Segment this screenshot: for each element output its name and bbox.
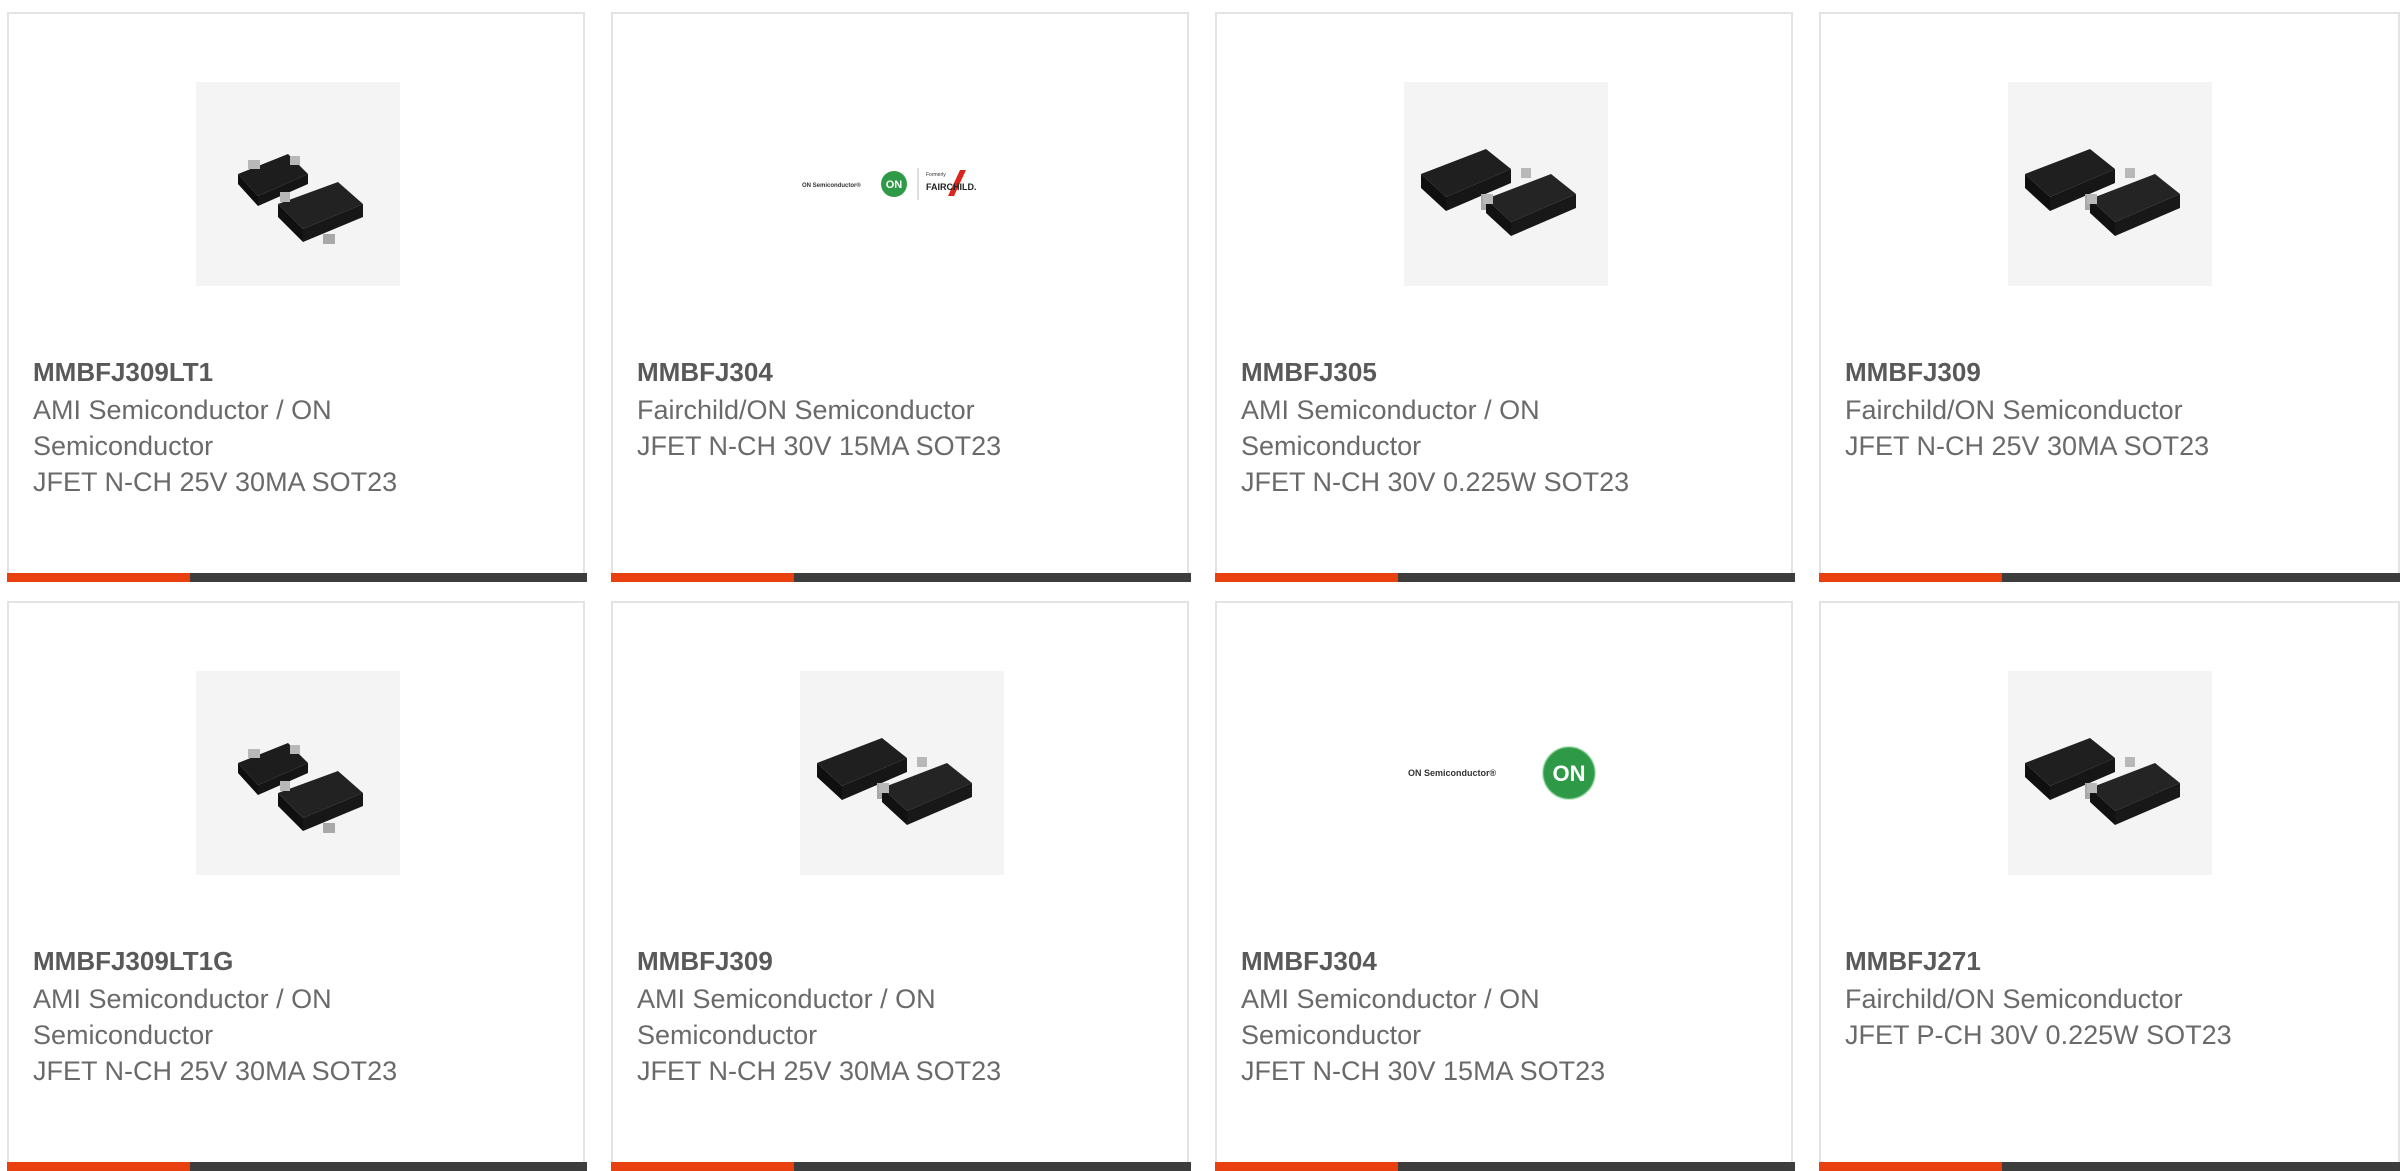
card-bottom-bar [611,573,1191,582]
product-card[interactable]: ON Semiconductor® ON Formerly FAIRCHILD.… [611,12,1191,582]
product-card[interactable]: MMBFJ309 AMI Semiconductor / ON Semicond… [611,601,1191,1171]
card-accent-bar [1819,573,2002,582]
product-manufacturer: AMI Semiconductor / ON Semiconductor [33,395,332,461]
logo-formerly: Formerly [926,172,946,178]
sot23-package-icon [1421,149,1576,236]
product-image[interactable] [2008,671,2212,875]
product-image[interactable] [1404,82,1608,286]
product-description: JFET N-CH 25V 30MA SOT23 [33,1056,398,1086]
product-card[interactable]: MMBFJ309LT1 AMI Semiconductor / ON Semic… [7,12,587,582]
product-manufacturer: AMI Semiconductor / ON Semiconductor [637,984,936,1050]
product-part-number[interactable]: MMBFJ305 [1241,357,1377,388]
card-bottom-bar [7,573,587,582]
product-card[interactable]: MMBFJ309 Fairchild/ON Semiconductor JFET… [1819,12,2400,582]
sot23-package-icon [238,154,363,244]
card-bottom-bar [1819,573,2400,582]
logo-fairchild: FAIRCHILD. [926,182,977,192]
product-grid: MMBFJ309LT1 AMI Semiconductor / ON Semic… [0,0,2400,1171]
product-description: JFET N-CH 25V 30MA SOT23 [33,467,398,497]
product-manufacturer: AMI Semiconductor / ON Semiconductor [1241,984,1540,1050]
card-accent-bar [1215,573,1398,582]
product-description: JFET N-CH 30V 15MA SOT23 [637,431,1002,461]
product-manufacturer: Fairchild/ON Semiconductor [1845,395,2183,425]
product-image[interactable] [196,82,400,286]
product-description: JFET N-CH 25V 30MA SOT23 [637,1056,1002,1086]
product-image[interactable] [800,671,1004,875]
logo-on-circle: ON [886,179,903,191]
product-description: JFET N-CH 30V 0.225W SOT23 [1241,467,1630,497]
product-part-number[interactable]: MMBFJ271 [1845,946,1981,977]
product-card[interactable]: ON Semiconductor® ON MMBFJ304 AMI Semico… [1215,601,1795,1171]
product-manufacturer: Fairchild/ON Semiconductor [637,395,975,425]
on-fairchild-logo: ON Semiconductor® ON Formerly FAIRCHILD. [802,168,977,200]
product-card[interactable]: MMBFJ271 Fairchild/ON Semiconductor JFET… [1819,601,2400,1171]
product-part-number[interactable]: MMBFJ309LT1G [33,946,233,977]
logo-left-text: ON Semiconductor® [1408,768,1497,778]
product-image[interactable] [196,671,400,875]
card-accent-bar [611,573,794,582]
sot23-package-icon [2025,738,2180,825]
product-card[interactable]: MMBFJ305 AMI Semiconductor / ON Semicond… [1215,12,1795,582]
card-bottom-bar [1215,573,1795,582]
product-description: JFET N-CH 25V 30MA SOT23 [1845,431,2210,461]
logo-on-circle: ON [1553,761,1586,786]
product-part-number[interactable]: MMBFJ304 [637,357,773,388]
product-description: JFET P-CH 30V 0.225W SOT23 [1845,1020,2232,1050]
product-part-number[interactable]: MMBFJ309 [1845,357,1981,388]
product-description: JFET N-CH 30V 15MA SOT23 [1241,1056,1606,1086]
sot23-package-icon [238,743,363,833]
product-image[interactable]: ON Semiconductor® ON [1404,671,1608,875]
product-card[interactable]: MMBFJ309LT1G AMI Semiconductor / ON Semi… [7,601,587,1171]
on-semiconductor-logo: ON Semiconductor® ON [1408,746,1596,800]
product-manufacturer: AMI Semiconductor / ON Semiconductor [33,984,332,1050]
card-accent-bar [7,573,190,582]
product-image[interactable]: ON Semiconductor® ON Formerly FAIRCHILD. [800,82,1004,286]
product-manufacturer: Fairchild/ON Semiconductor [1845,984,2183,1014]
sot23-package-icon [2025,149,2180,236]
product-part-number[interactable]: MMBFJ304 [1241,946,1377,977]
logo-left-text: ON Semiconductor® [802,182,861,189]
product-manufacturer: AMI Semiconductor / ON Semiconductor [1241,395,1540,461]
product-image[interactable] [2008,82,2212,286]
product-part-number[interactable]: MMBFJ309LT1 [33,357,213,388]
sot23-package-icon [817,738,972,825]
product-part-number[interactable]: MMBFJ309 [637,946,773,977]
